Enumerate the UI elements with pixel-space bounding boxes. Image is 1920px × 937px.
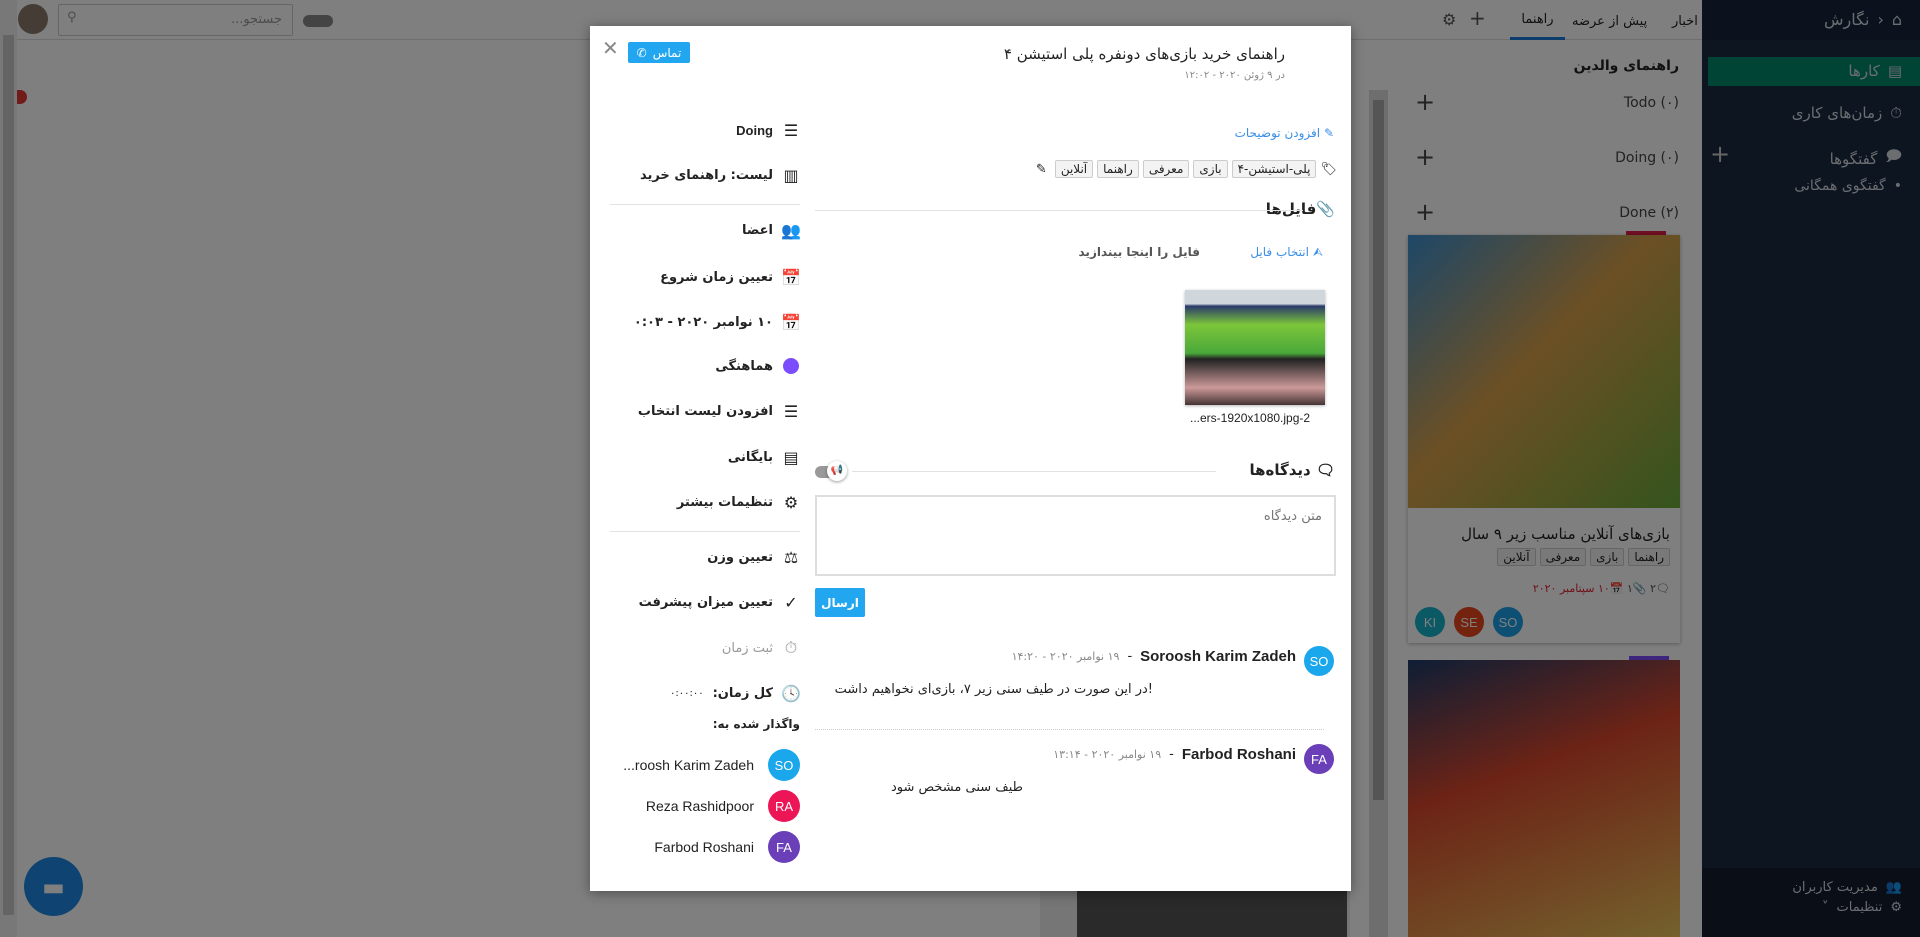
files-heading: 📎فایل‌ها (1265, 200, 1335, 218)
comment-text: !در این صورت در طیف سنی زیر ۷، بازی‌ای ن… (834, 682, 1153, 697)
binders-icon: ▥ (783, 165, 799, 185)
stopwatch-icon: ⏱ (784, 638, 798, 657)
set-weight-button[interactable]: ⚖ تعیین وزن (707, 547, 800, 567)
assignee-avatar: FA (768, 831, 800, 863)
check-circle-icon: ✓ (784, 592, 798, 612)
due-date-button[interactable]: 📅 ۱۰ نوامبر ۲۰۲۰ - ۰:۰۳ (634, 312, 801, 332)
assignee-name[interactable]: Farbod Roshani (654, 839, 754, 855)
comment-header: Soroosh Karim Zadeh -۱۹ نوامبر ۲۰۲۰ - ۱۴:… (1011, 648, 1296, 665)
pencil-icon: ✎ (1323, 126, 1334, 140)
label-button[interactable]: هماهنگی (715, 357, 800, 375)
assignee-avatar: SO (768, 749, 800, 781)
assignee-name[interactable]: ...roosh Karim Zadeh (623, 757, 754, 773)
add-description-link[interactable]: ✎ افزودن توضیحات (1235, 126, 1334, 140)
megaphone-icon: 📢 (827, 461, 847, 481)
comment-avatar: FA (1304, 744, 1334, 774)
calendar-icon: 📅 (781, 267, 801, 287)
more-settings-button[interactable]: ⚙ تنظیمات بیشتر (677, 492, 800, 512)
gear-icon: ⚙ (783, 492, 799, 512)
paperclip-icon: 📎 (1316, 200, 1335, 218)
add-checklist-button[interactable]: ☰ افزودن لیست انتخاب (638, 401, 800, 421)
assigned-to-label: واگذار شده به: (712, 717, 800, 731)
checklist-icon: ☰ (783, 401, 799, 421)
choose-file-button[interactable]: ⮙ انتخاب فایل (1250, 245, 1323, 260)
announce-toggle[interactable]: 📢 (815, 461, 847, 481)
comments-heading: 🗨 دیدگاه‌ها (1249, 461, 1335, 479)
contact-button[interactable]: ✆ تماس (628, 42, 690, 63)
label-color-dot (782, 357, 800, 375)
drop-zone-hint[interactable]: فایل را اینجا بیندازید (1079, 245, 1201, 259)
members-button[interactable]: 👥 اعضا (742, 220, 801, 240)
members-icon: 👥 (781, 220, 801, 240)
send-comment-button[interactable]: ارسال (815, 588, 865, 617)
status-doing[interactable]: ☰ Doing (736, 120, 800, 140)
assignee-name[interactable]: Reza Rashidpoor (646, 798, 754, 814)
file-thumbnail[interactable] (1185, 290, 1325, 405)
comment-icon: 🗨 (1315, 461, 1335, 479)
upload-icon: ⮙ (1312, 245, 1323, 259)
task-date: در ۹ ژوئن ۲۰۲۰ - ۱۲:۰۲ (1184, 70, 1285, 81)
comment-text: طیف سنی مشخص شود (890, 780, 1023, 795)
comment-avatar: SO (1304, 646, 1334, 676)
set-start-time-button[interactable]: 📅 تعیین زمان شروع (660, 267, 801, 287)
set-progress-button[interactable]: ✓ تعیین میزان پیشرفت (639, 592, 800, 612)
archive-icon: ▤ (783, 447, 799, 467)
list-name[interactable]: ▥ لیست: راهنمای خرید (640, 165, 800, 185)
comment-divider (815, 729, 1324, 730)
scale-icon: ⚖ (783, 547, 799, 567)
task-detail-modal: ✕ ✆ تماس راهنمای خرید بازی‌های دونفره پلی… (590, 26, 1351, 891)
comment-textarea[interactable] (815, 495, 1336, 576)
phone-icon: ✆ (636, 45, 647, 60)
comment-header: Farbod Roshani -۱۹ نوامبر ۲۰۲۰ - ۱۳:۱۴ (1053, 746, 1296, 763)
assignee-avatar: RA (768, 790, 800, 822)
edit-tags-icon[interactable]: ✎ (1036, 162, 1047, 177)
archive-button[interactable]: ▤ بایگانی (728, 447, 800, 467)
tags-row: 🏷 پلی-استیشن-۴ بازی معرفی راهنما آنلاین ✎ (1035, 160, 1337, 178)
clock-icon: 🕓 (781, 683, 801, 703)
task-title[interactable]: راهنمای خرید بازی‌های دونفره پلی استیشن … (1004, 45, 1285, 63)
close-icon[interactable]: ✕ (602, 36, 619, 60)
tag-icon: 🏷 (1320, 161, 1337, 177)
log-time-button[interactable]: ⏱ ثبت زمان (722, 638, 800, 657)
total-time: 🕓 کل زمان: ۰:۰۰:۰۰ (670, 683, 801, 703)
file-name[interactable]: ...ers-1920x1080.jpg-2 (1190, 411, 1310, 425)
sliders-icon: ☰ (783, 120, 799, 140)
calendar-icon: 📅 (781, 312, 801, 332)
